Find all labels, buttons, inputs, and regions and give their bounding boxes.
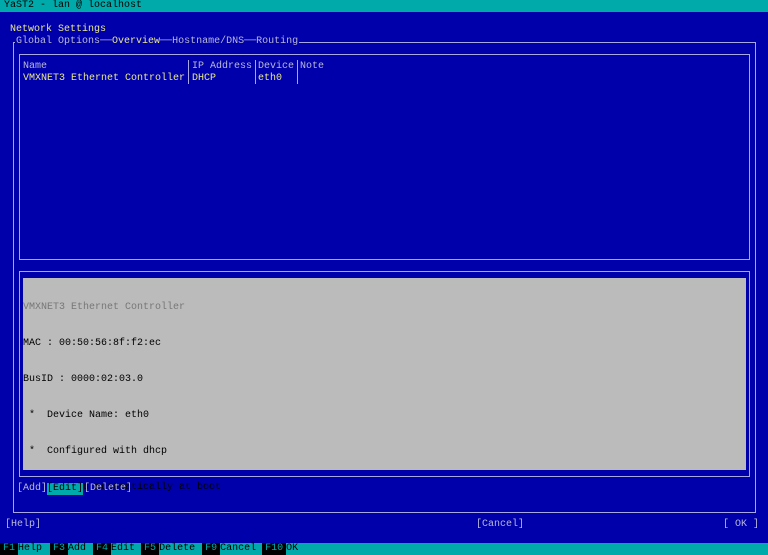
details-bullet: Configured with dhcp	[47, 446, 168, 457]
cancel-button[interactable]: [Cancel]	[476, 519, 524, 531]
tab-routing[interactable]: Routing	[256, 36, 298, 48]
window-title: YaST2 - lan @ localhost	[0, 0, 768, 12]
cell-name: VMXNET3 Ethernet Controller	[23, 73, 186, 84]
fkey-f10[interactable]: F10	[262, 543, 287, 555]
fkey-f3[interactable]: F3	[50, 543, 69, 555]
fkey-f1[interactable]: F1	[0, 543, 19, 555]
column-device[interactable]: Device	[258, 61, 294, 73]
tab-overview[interactable]: Overview	[112, 36, 160, 48]
interface-table[interactable]: Name IP Address Device Note VMXNET3 Ethe…	[19, 54, 750, 260]
fkey-f4[interactable]: F4	[93, 543, 112, 555]
tab-global-options[interactable]: Global Options	[16, 36, 100, 48]
fkey-help-label[interactable]: Help	[18, 543, 50, 555]
details-mac: MAC : 00:50:56:8f:f2:ec	[23, 338, 162, 349]
fkey-ok-label[interactable]: OK	[286, 543, 301, 555]
fkey-cancel-label[interactable]: Cancel	[220, 543, 262, 555]
tab-hostname-dns[interactable]: Hostname/DNS	[172, 36, 244, 48]
details-busid: BusID : 0000:02:03.0	[23, 374, 144, 385]
column-name[interactable]: Name	[23, 61, 47, 73]
add-button[interactable]: [Add]	[17, 483, 47, 495]
ok-button[interactable]: [ OK ]	[723, 519, 759, 531]
details-panel: VMXNET3 Ethernet Controller MAC : 00:50:…	[23, 278, 746, 493]
tab-bar: Global Options ── Overview ── Hostname/DNS…	[15, 36, 300, 48]
dialog-title: Network Settings	[10, 24, 107, 35]
column-note[interactable]: Note	[300, 61, 324, 73]
help-button[interactable]: [Help]	[5, 519, 41, 531]
function-key-bar: F1 Help F3 Add F4 Edit F5 Delete F9 Cancel F1…	[0, 543, 768, 555]
fkey-edit-label[interactable]: Edit	[111, 543, 141, 555]
column-ip-address[interactable]: IP Address	[192, 61, 252, 73]
fkey-delete-label[interactable]: Delete	[159, 543, 202, 555]
delete-button[interactable]: [Delete]	[84, 483, 132, 495]
fkey-f9[interactable]: F9	[202, 543, 221, 555]
details-bullet: Device Name: eth0	[47, 410, 150, 421]
cell-ip: DHCP	[192, 73, 217, 84]
details-title: VMXNET3 Ethernet Controller	[23, 302, 186, 313]
cell-device: eth0	[258, 73, 283, 84]
fkey-f5[interactable]: F5	[141, 543, 160, 555]
fkey-add-label[interactable]: Add	[68, 543, 93, 555]
edit-button[interactable]: [Edit]	[47, 483, 84, 495]
